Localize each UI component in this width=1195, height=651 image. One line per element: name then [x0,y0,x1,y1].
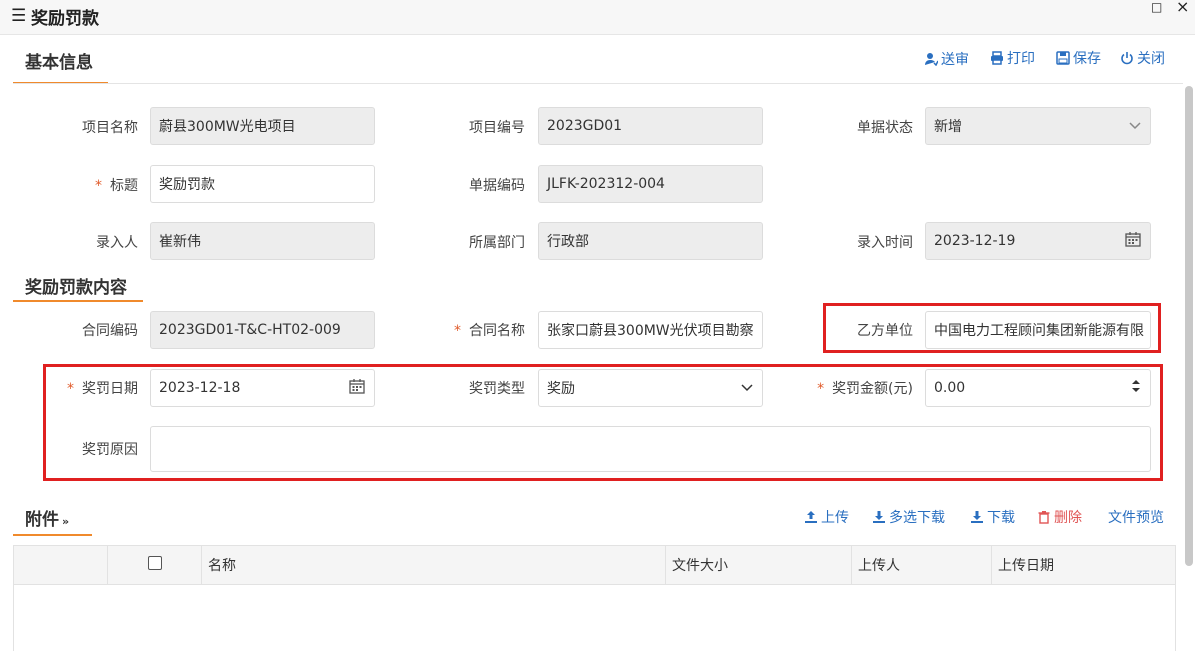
delete-button[interactable]: 删除 [1037,507,1082,527]
upload-button[interactable]: 上传 [804,507,849,527]
department-label: 所属部门 [469,235,525,251]
entry-time-value: 2023-12-19 [934,233,1016,249]
table-header-row: 名称 文件大小 上传人 上传日期 [13,545,1176,585]
delete-label: 删除 [1054,510,1082,526]
required-mark: * [454,323,461,339]
project-name-label: 项目名称 [82,120,138,136]
multi-download-button[interactable]: 多选下载 [872,507,945,527]
close-label: 关闭 [1137,51,1165,67]
doc-no-label: 单据编码 [469,178,525,194]
doc-no-field: JLFK-202312-004 [538,165,763,203]
column-header-upload-date[interactable]: 上传日期 [991,545,1176,585]
contract-name-field[interactable]: 张家口蔚县300MW光伏项目勘察 [538,311,763,349]
close-button[interactable]: 关闭 [1120,48,1165,68]
title-label: * 标题 [40,175,138,195]
vertical-scrollbar[interactable] [1185,86,1193,566]
entered-by-label: 录入人 [96,235,138,251]
section-title-content: 奖励罚款内容 [25,278,127,298]
download-icon [971,511,983,523]
title-label-text: 标题 [110,178,138,194]
attachments-table-body [13,584,1176,651]
send-label: 送审 [941,52,969,68]
entry-time-field[interactable]: 2023-12-19 [925,222,1151,260]
window-titlebar: ☰ 奖励罚款 □ × [0,0,1195,35]
download-button[interactable]: 下载 [970,507,1015,527]
section-title-basic: 基本信息 [25,53,93,73]
contract-no-label: 合同编码 [82,323,138,339]
download-label: 下载 [987,510,1015,526]
contract-name-label: * 合同名称 [430,320,525,340]
column-header-name[interactable]: 名称 [201,545,666,585]
required-mark: * [95,178,102,194]
project-name-field: 蔚县300MW光电项目 [150,107,375,145]
attachments-table: 名称 文件大小 上传人 上传日期 [13,545,1176,585]
attachments-title-text: 附件 [25,510,59,530]
close-window-icon[interactable]: × [1176,0,1189,16]
download-icon [873,511,885,523]
save-icon [1056,51,1070,65]
menu-icon[interactable]: ☰ [11,6,26,26]
print-button[interactable]: 打印 [990,48,1035,68]
column-header-size[interactable]: 文件大小 [665,545,852,585]
divider [13,83,1183,84]
highlight-box-party-b [823,303,1161,353]
row-number-header [13,545,108,585]
file-preview-label: 文件预览 [1108,510,1164,526]
highlight-box-reward-fields [43,364,1163,481]
trash-icon [1038,511,1050,524]
save-button[interactable]: 保存 [1056,48,1101,68]
entered-by-field: 崔新伟 [150,222,375,260]
section-underline [13,534,92,536]
printer-icon [991,51,1003,65]
project-no-label: 项目编号 [469,120,525,136]
doc-status-value: 新增 [934,119,962,135]
maximize-icon[interactable]: □ [1151,0,1162,14]
department-field: 行政部 [538,222,763,260]
chevron-down-icon [1129,118,1141,134]
doc-status-select[interactable]: 新增 [925,107,1151,145]
select-all-header [107,545,202,585]
title-input[interactable]: 奖励罚款 [150,165,375,203]
upload-icon [805,511,817,523]
multi-download-label: 多选下载 [889,510,945,526]
section-underline [13,300,143,302]
user-send-icon [925,53,938,66]
upload-label: 上传 [821,510,849,526]
select-all-checkbox[interactable] [147,556,162,570]
doc-status-label: 单据状态 [857,120,913,136]
save-label: 保存 [1073,51,1101,67]
double-chevron-down-icon[interactable]: » [62,515,69,528]
contract-name-label-text: 合同名称 [469,323,525,339]
column-header-uploader[interactable]: 上传人 [851,545,992,585]
section-title-attachments[interactable]: 附件» [25,505,69,530]
contract-no-field: 2023GD01-T&C-HT02-009 [150,311,375,349]
project-no-field: 2023GD01 [538,107,763,145]
entry-time-label: 录入时间 [857,235,913,251]
power-icon [1121,52,1133,65]
print-label: 打印 [1007,51,1035,67]
send-button[interactable]: 送审 [924,49,969,69]
window-title: 奖励罚款 [31,9,99,29]
file-preview-button[interactable]: 文件预览 [1108,507,1164,527]
calendar-icon[interactable] [1125,231,1141,251]
